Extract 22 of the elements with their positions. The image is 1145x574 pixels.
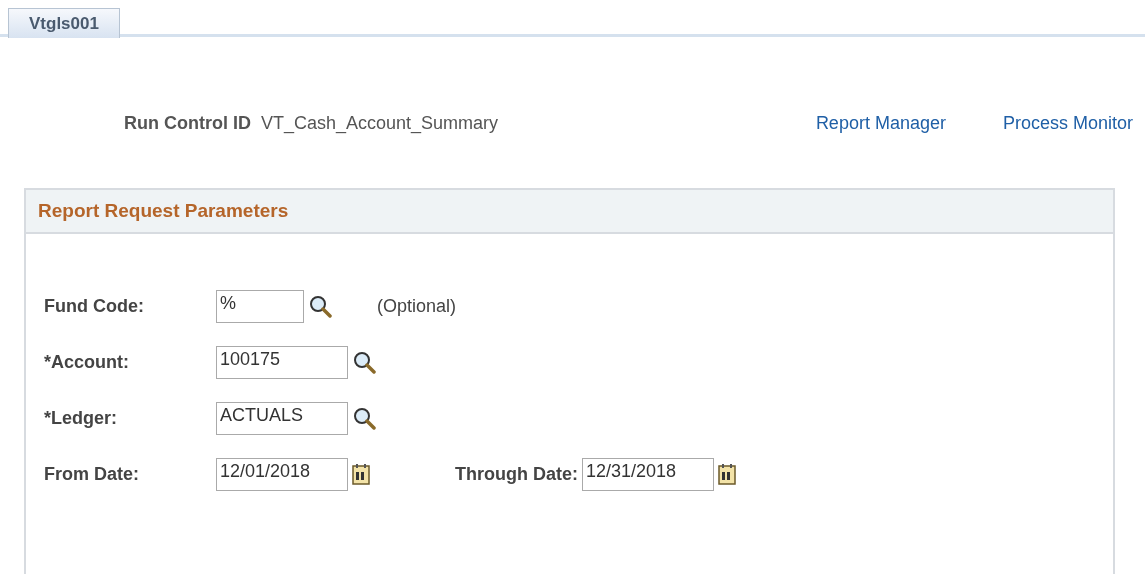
calendar-icon[interactable]: [718, 463, 736, 485]
field-label: *Ledger:: [43, 407, 118, 429]
run-control-value: VT_Cash_Account_Summary: [261, 112, 499, 134]
nav-link[interactable]: Process Monitor: [1002, 112, 1133, 134]
field-label: *Account:: [43, 351, 130, 373]
field-label: Through Date:: [455, 463, 578, 485]
input-field[interactable]: ACTUALS: [216, 401, 348, 435]
field-label: From Date:: [43, 463, 140, 485]
input-field[interactable]: 12/01/2018: [216, 457, 348, 491]
optional-note: (Optional): [377, 295, 457, 317]
input-field[interactable]: 100175: [216, 345, 348, 379]
search-icon[interactable]: [308, 294, 332, 318]
input-field[interactable]: %: [216, 289, 304, 323]
page-tab[interactable]: Vtgls001: [8, 8, 120, 38]
search-icon[interactable]: [352, 350, 376, 374]
input-field[interactable]: 12/31/2018: [582, 457, 714, 491]
nav-link[interactable]: Report Manager: [815, 112, 946, 134]
search-icon[interactable]: [352, 406, 376, 430]
panel-title: Report Request Parameters: [38, 200, 289, 222]
run-control-label: Run Control ID: [124, 112, 251, 134]
calendar-icon[interactable]: [352, 463, 370, 485]
field-label: Fund Code:: [43, 295, 145, 317]
